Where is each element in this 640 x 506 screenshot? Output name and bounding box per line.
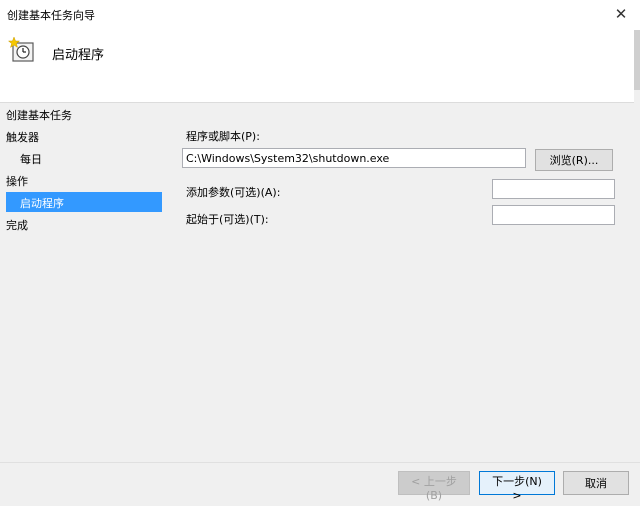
- task-clock-icon: [8, 36, 34, 62]
- args-label: 添加参数(可选)(A):: [186, 186, 281, 199]
- step-start-program: 启动程序: [20, 197, 64, 210]
- footer-separator: [0, 462, 640, 463]
- back-button[interactable]: < 上一步(B): [398, 471, 470, 502]
- startin-label: 起始于(可选)(T):: [186, 213, 269, 226]
- args-input[interactable]: [492, 179, 615, 199]
- close-button[interactable]: ✕: [608, 2, 634, 26]
- cancel-button[interactable]: 取消: [563, 471, 629, 495]
- step-daily: 每日: [20, 153, 42, 166]
- step-action: 操作: [6, 175, 28, 188]
- step-create-basic-task: 创建基本任务: [6, 109, 72, 122]
- page-title: 启动程序: [52, 48, 105, 63]
- close-icon: ✕: [614, 5, 628, 23]
- title-bar: 创建基本任务向导 ✕: [0, 0, 640, 30]
- window-title: 创建基本任务向导: [7, 9, 95, 22]
- program-input[interactable]: [182, 148, 526, 168]
- startin-input[interactable]: [492, 205, 615, 225]
- step-trigger: 触发器: [6, 131, 39, 144]
- browse-button[interactable]: 浏览(R)...: [535, 149, 613, 171]
- next-button[interactable]: 下一步(N) >: [479, 471, 555, 502]
- program-label: 程序或脚本(P):: [186, 130, 260, 143]
- wizard-header: 启动程序: [0, 30, 634, 103]
- window-edge: [634, 30, 640, 90]
- step-finish: 完成: [6, 219, 28, 232]
